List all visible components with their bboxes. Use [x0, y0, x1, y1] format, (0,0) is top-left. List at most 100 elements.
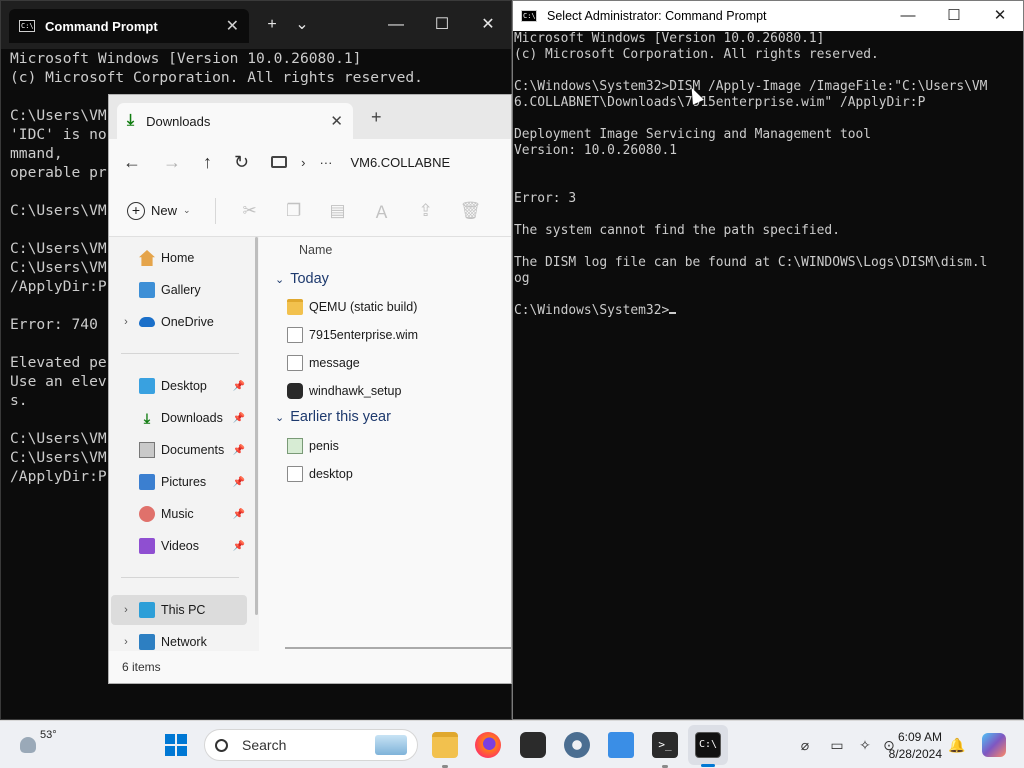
nav-item-label: OneDrive: [161, 315, 214, 329]
chevron-right-icon[interactable]: ›: [301, 155, 305, 170]
copilot-icon[interactable]: [982, 733, 1006, 757]
maximize-button[interactable]: ☐: [427, 11, 457, 39]
delete-icon[interactable]: 🗑: [460, 201, 482, 221]
toolbar-divider: [214, 197, 216, 224]
list-item[interactable]: message: [287, 351, 360, 375]
minimize-button[interactable]: —: [885, 1, 931, 31]
explorer-tab[interactable]: ⤓ Downloads ✕: [117, 103, 353, 139]
title-bar[interactable]: C:\ Select Administrator: Command Prompt…: [513, 1, 1023, 31]
console-line: Microsoft Windows [Version 10.0.26080.1]: [10, 50, 362, 67]
share-icon[interactable]: ⇪: [416, 201, 436, 221]
explorer-tab-title: Downloads: [146, 113, 211, 129]
nav-item-documents[interactable]: Documents 📌: [111, 435, 247, 465]
list-item[interactable]: QEMU (static build): [287, 295, 417, 319]
column-header-name[interactable]: Name: [299, 243, 332, 257]
chevron-right-icon[interactable]: ›: [119, 636, 133, 648]
more-icon[interactable]: ···: [319, 155, 332, 170]
group-header-earlier-this-year[interactable]: ⌄ Earlier this year: [275, 409, 391, 425]
console-line: (c) Microsoft Corporation. All rights re…: [514, 47, 879, 62]
close-icon[interactable]: ✕: [330, 112, 343, 130]
network-offline-icon[interactable]: ⌀: [796, 736, 814, 754]
cut-icon[interactable]: ✂: [240, 201, 260, 221]
cmd-icon: C:\: [19, 20, 35, 32]
breadcrumb[interactable]: VM6.COLLABNE: [350, 155, 450, 170]
rename-icon[interactable]: Ａ: [372, 198, 392, 223]
pin-icon: 📌: [232, 444, 245, 456]
settings-gear-icon[interactable]: [564, 732, 590, 758]
horizontal-scrollbar[interactable]: [285, 647, 511, 649]
this-pc-icon[interactable]: [271, 156, 288, 168]
forward-arrow-icon[interactable]: →: [163, 152, 181, 173]
console-line: Microsoft Windows [Version 10.0.26080.1]: [514, 31, 825, 46]
firefox-taskbar-icon[interactable]: [475, 732, 501, 758]
notification-bell-icon[interactable]: 🔔: [948, 736, 966, 754]
search-label: Search: [242, 737, 287, 753]
explorer-body: Home Gallery › OneDrive Desktop 📌 ⤓ Down…: [109, 237, 511, 653]
chevron-down-icon: ⌄: [275, 273, 285, 286]
notepad-taskbar-icon[interactable]: [608, 732, 634, 758]
paste-icon[interactable]: ▤: [328, 201, 348, 221]
list-item[interactable]: desktop: [287, 462, 353, 486]
windhawk-taskbar-icon[interactable]: [520, 732, 546, 758]
nav-item-this-pc[interactable]: › This PC: [111, 595, 247, 625]
weather-widget[interactable]: 53°: [20, 729, 57, 753]
new-tab-button[interactable]: +: [371, 107, 382, 128]
terminal-tab[interactable]: C:\ Command Prompt ✕: [9, 9, 249, 43]
clock-time: 6:09 AM: [897, 730, 942, 744]
taskbar-clock[interactable]: 6:09 AM 8/28/2024: [862, 729, 942, 763]
list-item[interactable]: 7915enterprise.wim: [287, 323, 418, 347]
tab-dropdown-button[interactable]: ⌄: [287, 11, 317, 39]
new-button[interactable]: + New ⌄: [127, 201, 191, 220]
nav-item-videos[interactable]: Videos 📌: [111, 531, 247, 561]
copy-icon[interactable]: ❐: [284, 201, 304, 221]
plus-icon: +: [127, 201, 145, 220]
back-arrow-icon[interactable]: ←: [123, 152, 141, 173]
search-icon: [215, 738, 228, 752]
admin-command-prompt-window[interactable]: C:\ Select Administrator: Command Prompt…: [512, 0, 1024, 720]
group-header-today[interactable]: ⌄ Today: [275, 271, 329, 287]
start-button[interactable]: [165, 734, 187, 756]
maximize-button[interactable]: ☐: [931, 1, 977, 31]
active-indicator: [701, 764, 715, 767]
refresh-icon[interactable]: ↻: [234, 152, 249, 173]
nav-item-onedrive[interactable]: › OneDrive: [111, 307, 247, 337]
close-icon[interactable]: ✕: [226, 16, 239, 36]
pin-icon: 📌: [232, 508, 245, 520]
nav-item-desktop[interactable]: Desktop 📌: [111, 371, 247, 401]
nav-item-pictures[interactable]: Pictures 📌: [111, 467, 247, 497]
list-item[interactable]: windhawk_setup: [287, 379, 401, 403]
display-icon[interactable]: ▭: [828, 736, 846, 754]
close-window-button[interactable]: ✕: [473, 11, 503, 39]
nav-item-downloads[interactable]: ⤓ Downloads 📌: [111, 403, 247, 433]
nav-item-gallery[interactable]: Gallery: [111, 275, 247, 305]
plus-icon: +: [267, 16, 277, 33]
close-window-button[interactable]: ✕: [977, 1, 1023, 31]
file-explorer-taskbar-icon[interactable]: [432, 732, 458, 758]
terminal-taskbar-icon[interactable]: >_: [652, 732, 678, 758]
pin-icon: 📌: [232, 540, 245, 552]
terminal-tab-bar: C:\ Command Prompt ✕ + ⌄ — ☐ ✕: [1, 1, 511, 49]
up-arrow-icon[interactable]: ↑: [203, 152, 212, 173]
plus-icon: +: [371, 107, 382, 127]
nav-item-label: Home: [161, 251, 195, 265]
chevron-right-icon[interactable]: ›: [119, 316, 133, 328]
music-icon: [139, 506, 155, 522]
new-tab-button[interactable]: +: [257, 11, 287, 39]
nav-item-music[interactable]: Music 📌: [111, 499, 247, 529]
file-list: Name ⌄ Today QEMU (static build) 7915ent…: [269, 237, 511, 653]
minimize-button[interactable]: —: [381, 11, 411, 39]
nav-item-home[interactable]: Home: [111, 243, 247, 273]
file-explorer-window[interactable]: ⤓ Downloads ✕ + ← → ↑ ↻ › ··· VM6.COLLAB…: [108, 94, 512, 684]
chevron-right-icon[interactable]: ›: [119, 604, 133, 616]
console-output[interactable]: Microsoft Windows [Version 10.0.26080.1]…: [514, 31, 987, 319]
taskbar-search-box[interactable]: Search: [204, 729, 418, 761]
nav-item-label: This PC: [161, 603, 206, 617]
nav-scrollbar[interactable]: [255, 237, 258, 615]
nav-item-label: Desktop: [161, 379, 207, 393]
list-item[interactable]: penis: [287, 434, 339, 458]
minimize-icon: —: [900, 7, 916, 24]
command-prompt-taskbar-icon[interactable]: C:\: [695, 732, 721, 758]
